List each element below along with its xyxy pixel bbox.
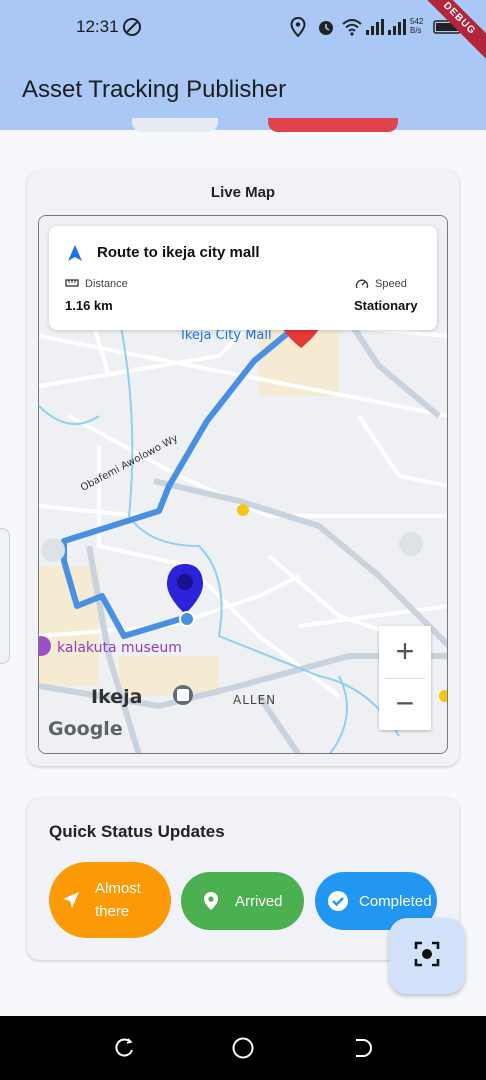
speed-value: Stationary	[354, 298, 418, 313]
network-rate: 542 B/s	[410, 17, 424, 35]
home-button[interactable]	[231, 1036, 255, 1060]
status-bar: 12:31 542 B/s	[0, 0, 486, 56]
almost-there-button[interactable]: Almost there	[49, 862, 171, 938]
do-not-disturb-icon	[122, 17, 142, 37]
almost-there-label-line1: Almost	[95, 880, 141, 897]
page-title: Asset Tracking Publisher	[22, 76, 287, 103]
live-map-card: Live Map Ikeja City Mall Obafemi Awolowo…	[27, 170, 459, 766]
map-label-museum: kalakuta museum	[57, 640, 182, 656]
app-bar: 12:31 542 B/s DEBUG Asset Tracking Publis…	[0, 0, 486, 130]
bus-stop-marker	[237, 504, 249, 516]
route-title: Route to ikeja city mall	[97, 244, 260, 261]
recent-apps-button[interactable]	[113, 1036, 137, 1060]
center-focus-icon	[413, 940, 441, 973]
map-label-area: ALLEN	[233, 693, 277, 707]
zoom-out-button[interactable]: −	[379, 678, 431, 730]
location-icon	[290, 17, 306, 37]
speed-label: Speed	[375, 278, 407, 290]
status-time: 12:31	[76, 17, 119, 36]
distance-label: Distance	[85, 278, 128, 290]
navigation-arrow-icon	[61, 890, 81, 910]
back-button[interactable]	[350, 1036, 374, 1060]
zoom-in-button[interactable]: +	[379, 626, 431, 678]
map-label-district: Ikeja	[91, 686, 143, 708]
system-nav-bar	[0, 1016, 486, 1080]
distance-value: 1.16 km	[65, 298, 113, 313]
signal-icon	[366, 17, 384, 37]
almost-there-label-line2: there	[95, 903, 130, 920]
zoom-controls: + −	[379, 626, 431, 730]
signal-icon-2	[388, 17, 406, 37]
center-focus-fab[interactable]	[389, 918, 465, 994]
live-map-title: Live Map	[210, 184, 276, 201]
quick-status-title: Quick Status Updates	[49, 822, 225, 841]
hidden-button-left[interactable]	[132, 118, 218, 132]
wifi-icon	[342, 17, 362, 37]
completed-label: Completed	[359, 892, 432, 910]
check-circle-icon	[327, 890, 349, 912]
map-label-destination: Ikeja City Mall	[181, 328, 272, 343]
google-attribution: Google	[48, 718, 123, 740]
route-info-panel: Route to ikeja city mall Distance 1.16 k…	[49, 226, 437, 330]
arrived-button[interactable]: Arrived	[181, 872, 304, 930]
map-view[interactable]: Ikeja City Mall Obafemi Awolowo Wy kalak…	[38, 215, 448, 754]
offscreen-panel-edge	[0, 528, 10, 664]
alarm-icon	[316, 17, 336, 37]
arrived-label: Arrived	[235, 892, 283, 910]
location-pin-icon	[203, 891, 219, 911]
hidden-button-right[interactable]	[268, 118, 398, 132]
